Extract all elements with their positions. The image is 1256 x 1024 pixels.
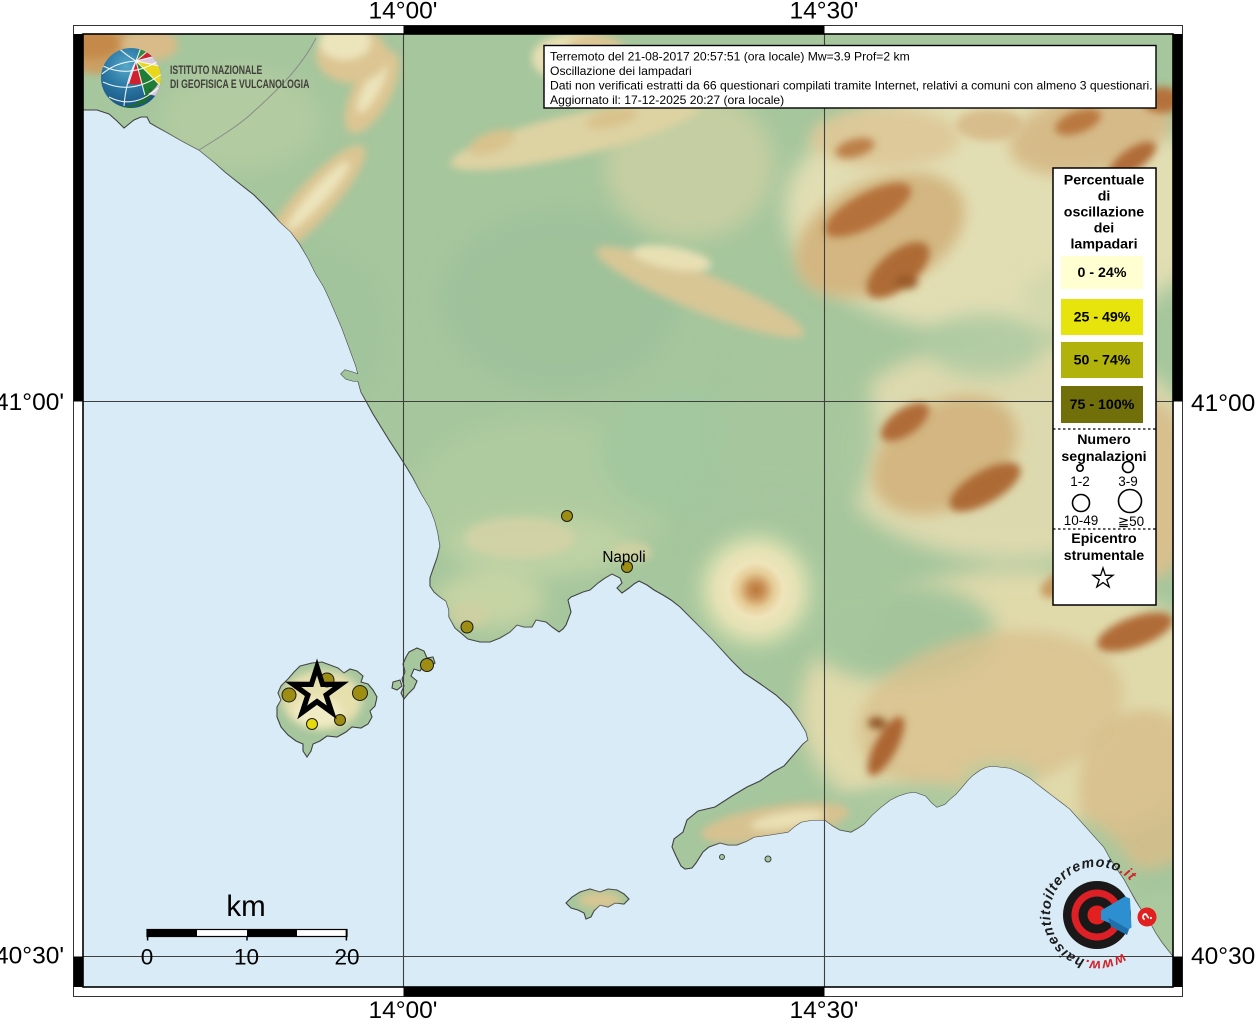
svg-text:dei: dei bbox=[1094, 221, 1115, 237]
svg-text:di: di bbox=[1098, 189, 1111, 205]
svg-text:strumentale: strumentale bbox=[1064, 548, 1145, 564]
svg-text:Terremoto del 21-08-2017 20:57: Terremoto del 21-08-2017 20:57:51 (ora l… bbox=[550, 50, 910, 64]
svg-text:≧50: ≧50 bbox=[1118, 514, 1144, 529]
svg-text:Percentuale: Percentuale bbox=[1064, 173, 1145, 189]
svg-text:Oscillazione dei lampadari: Oscillazione dei lampadari bbox=[550, 64, 692, 78]
svg-text:41°00': 41°00' bbox=[1191, 390, 1256, 417]
svg-text:1-2: 1-2 bbox=[1070, 474, 1090, 489]
svg-text:14°00': 14°00' bbox=[369, 0, 438, 25]
svg-text:DI GEOFISICA E VULCANOLOGIA: DI GEOFISICA E VULCANOLOGIA bbox=[170, 78, 310, 92]
svg-text:3-9: 3-9 bbox=[1118, 474, 1138, 489]
svg-text:20: 20 bbox=[334, 945, 359, 970]
svg-text:10: 10 bbox=[234, 945, 259, 970]
svg-text:14°30': 14°30' bbox=[790, 997, 859, 1024]
svg-text:75 - 100%: 75 - 100% bbox=[1070, 397, 1135, 413]
svg-text:40°30': 40°30' bbox=[1191, 943, 1256, 970]
svg-text:14°00': 14°00' bbox=[369, 997, 438, 1024]
svg-text:10-49: 10-49 bbox=[1064, 513, 1099, 528]
svg-text:Napoli: Napoli bbox=[602, 549, 645, 566]
svg-text:50 - 74%: 50 - 74% bbox=[1074, 353, 1131, 369]
svg-text:14°30': 14°30' bbox=[790, 0, 859, 25]
svg-text:25 - 49%: 25 - 49% bbox=[1074, 310, 1131, 326]
svg-text:segnalazioni: segnalazioni bbox=[1061, 449, 1146, 465]
svg-text:lampadari: lampadari bbox=[1070, 237, 1137, 253]
svg-text:Numero: Numero bbox=[1077, 432, 1131, 448]
svg-text:0: 0 bbox=[141, 945, 154, 970]
svg-text:41°00': 41°00' bbox=[0, 389, 64, 416]
svg-text:ISTITUTO NAZIONALE: ISTITUTO NAZIONALE bbox=[170, 64, 262, 78]
svg-text:km: km bbox=[226, 890, 265, 923]
svg-text:oscillazione: oscillazione bbox=[1064, 205, 1145, 221]
svg-text:Epicentro: Epicentro bbox=[1071, 531, 1137, 547]
svg-text:40°30': 40°30' bbox=[0, 943, 64, 970]
svg-text:Dati non verificati estratti d: Dati non verificati estratti da 66 quest… bbox=[550, 79, 1153, 93]
svg-text:Aggiornato il: 17-12-2025 20:2: Aggiornato il: 17-12-2025 20:27 (ora loc… bbox=[550, 93, 784, 107]
svg-text:0 - 24%: 0 - 24% bbox=[1078, 265, 1127, 281]
